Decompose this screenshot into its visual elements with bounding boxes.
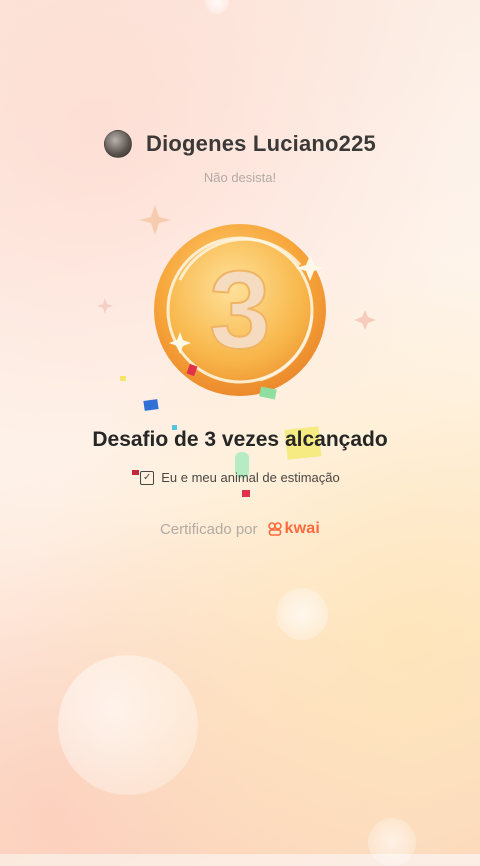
bokeh-light <box>276 588 328 640</box>
bokeh-light <box>368 818 416 866</box>
medal-badge: 3 <box>97 205 376 420</box>
background <box>0 0 480 854</box>
kwai-brand: kwai <box>284 520 321 537</box>
confetti <box>120 376 126 381</box>
tagline: Não desista! <box>203 170 277 185</box>
avatar[interactable] <box>104 130 132 158</box>
checkbox-icon: ✓ <box>140 470 155 485</box>
medal-icon: 3 <box>97 205 376 396</box>
certified-by-label: Certificado por <box>159 520 258 538</box>
user-header: Diogenes Luciano225 <box>0 130 480 158</box>
kwai-icon <box>267 522 282 536</box>
certification-row: Certificado por kwai <box>0 520 480 538</box>
username[interactable]: Diogenes Luciano225 <box>146 131 376 157</box>
achievement-title: Desafio de 3 vezes alcançado <box>92 428 388 451</box>
medal-number: 3 <box>209 249 270 372</box>
bokeh-light <box>58 655 198 795</box>
kwai-logo[interactable]: kwai <box>267 520 321 538</box>
pet-label: Eu e meu animal de estimação <box>161 470 340 485</box>
confetti <box>242 490 250 497</box>
pet-challenge-row: ✓ Eu e meu animal de estimação <box>0 470 480 485</box>
bokeh-light <box>205 0 229 14</box>
